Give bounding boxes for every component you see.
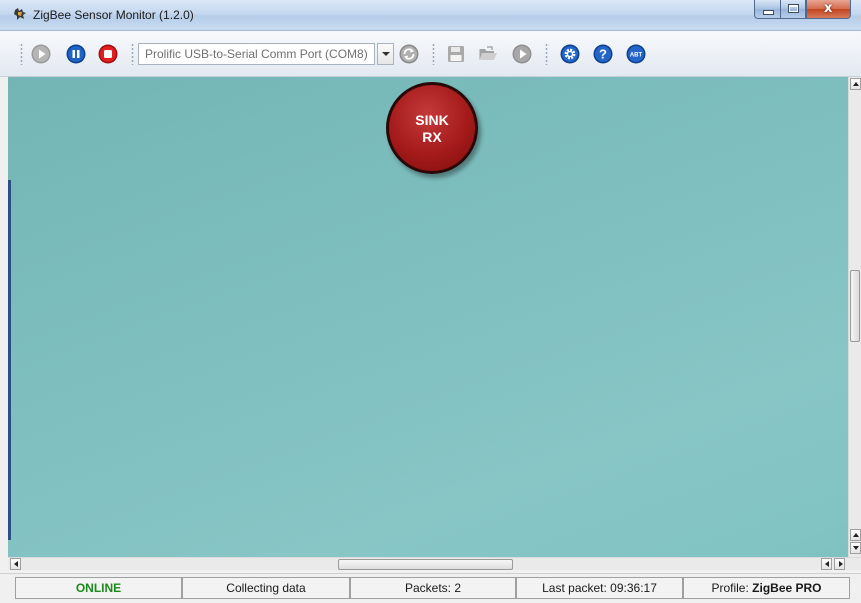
- status-bar: ONLINE Collecting data Packets: 2 Last p…: [0, 573, 861, 603]
- help-button[interactable]: ?: [593, 44, 613, 64]
- save-log-button[interactable]: [446, 44, 466, 64]
- folder-open-icon: [479, 46, 497, 60]
- toolbar: Prolific USB-to-Serial Comm Port (COM8): [0, 31, 861, 77]
- close-button[interactable]: x: [806, 0, 851, 19]
- arrow-left-icon: [825, 561, 829, 567]
- profile-label: Profile:: [711, 581, 753, 595]
- title-bar: ZigBee Sensor Monitor (1.2.0) x: [0, 0, 861, 31]
- canvas-left-accent: [8, 180, 11, 540]
- horizontal-scroll-thumb[interactable]: [338, 559, 513, 570]
- about-button[interactable]: ABT: [626, 44, 646, 64]
- close-icon: x: [824, 1, 833, 16]
- serial-port-value: Prolific USB-to-Serial Comm Port (COM8): [145, 47, 368, 61]
- horizontal-scrollbar[interactable]: [8, 557, 861, 570]
- arrow-up-icon: [853, 533, 859, 537]
- chevron-down-icon: [382, 52, 390, 56]
- about-icon: ABT: [626, 44, 646, 64]
- scroll-up-button[interactable]: [850, 78, 861, 90]
- pause-button[interactable]: [66, 44, 86, 64]
- scroll-left-button[interactable]: [821, 558, 832, 570]
- collection-status: Collecting data: [182, 577, 350, 599]
- minimize-icon: [763, 10, 774, 15]
- scroll-down-button[interactable]: [850, 542, 861, 554]
- scroll-up-button[interactable]: [850, 529, 861, 541]
- toolbar-grip[interactable]: [545, 43, 548, 65]
- arrow-down-icon: [853, 546, 859, 550]
- serial-port-select[interactable]: Prolific USB-to-Serial Comm Port (COM8): [138, 43, 375, 65]
- gear-icon: [560, 44, 580, 64]
- svg-text:?: ?: [599, 47, 607, 62]
- maximize-button[interactable]: [780, 0, 806, 19]
- scroll-left-button[interactable]: [10, 558, 21, 570]
- pause-icon: [66, 44, 86, 64]
- play-log-button[interactable]: [512, 44, 532, 64]
- sink-node-title: SINK: [415, 112, 449, 128]
- window-title: ZigBee Sensor Monitor (1.2.0): [33, 8, 194, 22]
- stop-button[interactable]: [98, 44, 118, 64]
- scroll-right-button[interactable]: [834, 558, 845, 570]
- maximize-icon: [788, 4, 799, 13]
- toolbar-grip[interactable]: [20, 43, 23, 65]
- profile-status: Profile: ZigBee PRO: [683, 577, 850, 599]
- play-icon: [512, 44, 532, 64]
- vertical-scroll-thumb[interactable]: [850, 270, 860, 342]
- start-button[interactable]: [31, 44, 51, 64]
- arrow-right-icon: [839, 561, 843, 567]
- sink-node-subtitle: RX: [422, 129, 442, 145]
- minimize-button[interactable]: [754, 0, 780, 19]
- arrow-left-icon: [14, 561, 18, 567]
- profile-value: ZigBee PRO: [752, 581, 822, 595]
- window-controls: x: [754, 0, 851, 20]
- settings-button[interactable]: [560, 44, 580, 64]
- about-text: ABT: [630, 52, 643, 58]
- app-logo-icon: [14, 8, 26, 20]
- toolbar-grip[interactable]: [432, 43, 435, 65]
- play-icon: [31, 44, 51, 64]
- connection-status: ONLINE: [15, 577, 182, 599]
- open-log-button[interactable]: [478, 44, 498, 64]
- packet-count: Packets: 2: [350, 577, 516, 599]
- last-packet-time: Last packet: 09:36:17: [516, 577, 683, 599]
- arrow-up-icon: [853, 82, 859, 86]
- refresh-ports-button[interactable]: [399, 44, 419, 64]
- toolbar-grip[interactable]: [131, 43, 134, 65]
- vertical-scrollbar[interactable]: [848, 77, 861, 557]
- stop-icon: [98, 44, 118, 64]
- floppy-save-icon: [448, 46, 464, 62]
- help-question-icon: ?: [593, 44, 613, 64]
- sink-node[interactable]: SINK RX: [386, 82, 478, 174]
- refresh-icon: [399, 44, 419, 64]
- serial-port-dropdown-button[interactable]: [377, 43, 394, 65]
